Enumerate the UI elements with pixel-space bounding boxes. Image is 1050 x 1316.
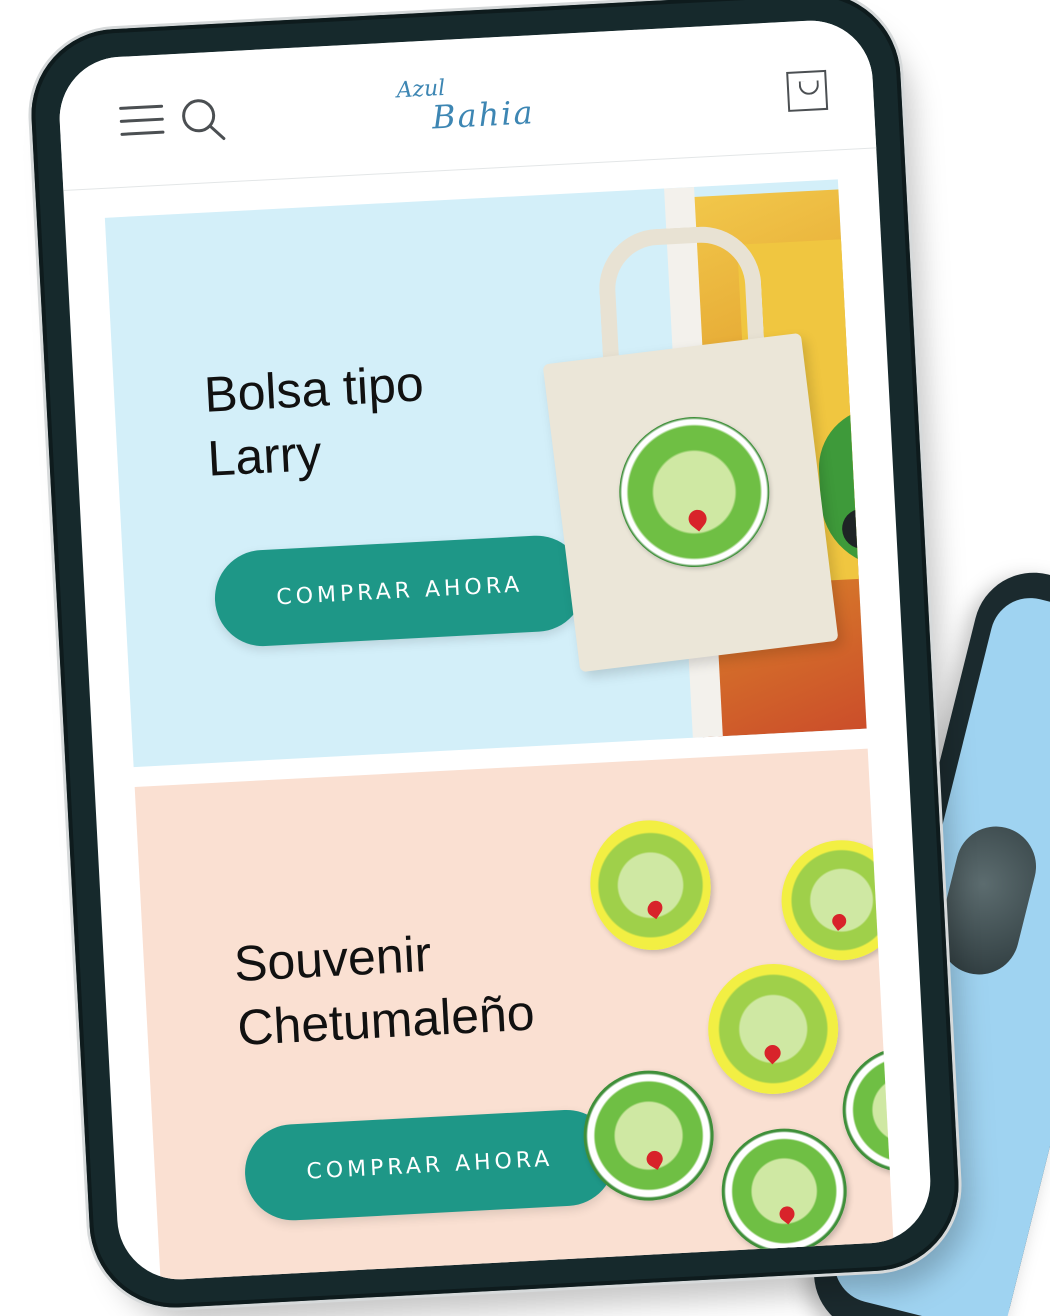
cart-icon[interactable]	[786, 69, 829, 112]
tablet-mockup: Azul Bahia Bolsa tipo Larry COMPRAR AHOR…	[27, 0, 974, 1316]
tote-bag-image	[534, 179, 867, 744]
banner-title: Bolsa tipo Larry	[203, 344, 569, 491]
banner-souvenir: Souvenir Chetumaleño COMPRAR AHORA	[134, 748, 894, 1283]
scene: Azul Bahia Bolsa tipo Larry COMPRAR AHOR…	[0, 0, 1050, 1316]
brand-logo[interactable]: Azul Bahia	[388, 64, 592, 154]
tablet-screen: Azul Bahia Bolsa tipo Larry COMPRAR AHOR…	[56, 17, 934, 1283]
buy-now-button[interactable]: COMPRAR AHORA	[212, 533, 588, 649]
menu-icon[interactable]	[119, 103, 165, 139]
sticker-icon	[714, 1121, 854, 1261]
banner-tote-bag: Bolsa tipo Larry COMPRAR AHORA	[104, 179, 867, 768]
chetumal-badge-icon	[610, 408, 778, 576]
site-header: Azul Bahia	[56, 17, 877, 191]
logo-line2: Bahia	[431, 93, 536, 137]
buy-now-button[interactable]: COMPRAR AHORA	[242, 1107, 618, 1223]
sticker-icon	[837, 1041, 894, 1178]
tablet-frame: Azul Bahia Bolsa tipo Larry COMPRAR AHOR…	[27, 0, 963, 1312]
search-icon[interactable]	[177, 93, 230, 146]
sticker-icon	[579, 809, 722, 961]
sticker-icon	[774, 833, 894, 968]
tote-bag	[542, 332, 839, 673]
sticker-icon	[707, 962, 840, 1096]
stickers-image	[569, 803, 894, 1263]
